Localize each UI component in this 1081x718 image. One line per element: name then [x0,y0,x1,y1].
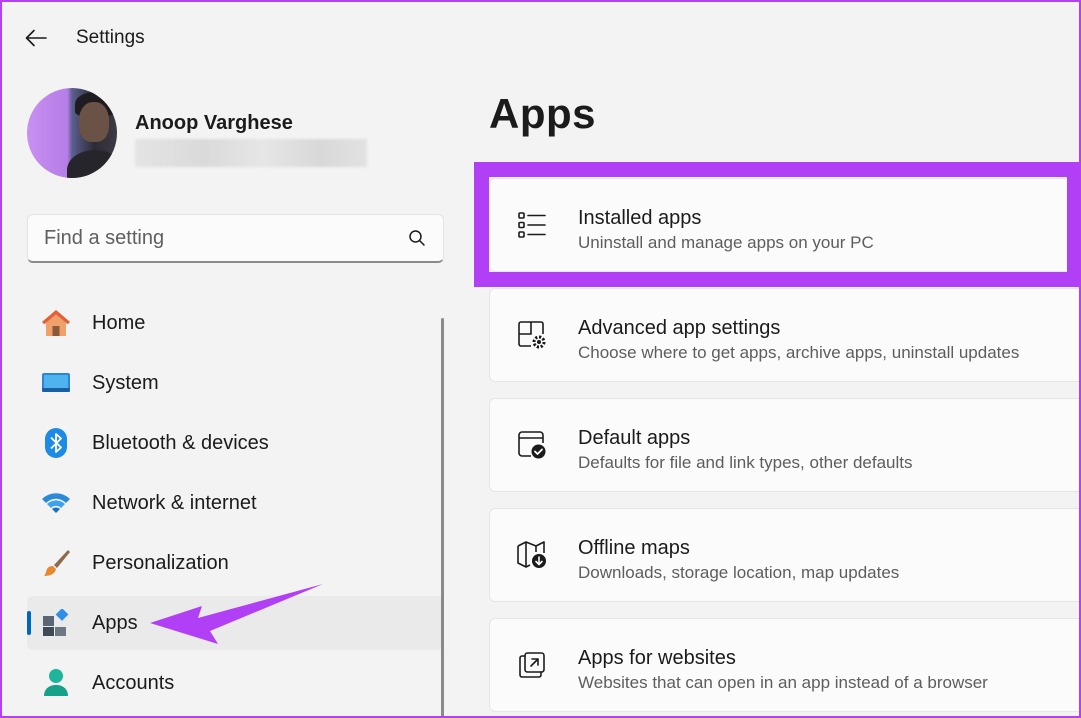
apps-icon [40,607,72,639]
active-indicator [27,611,31,635]
sidebar-nav: Home System Bluetooth & devices Network … [27,296,443,716]
page-title: Apps [489,90,596,137]
map-download-icon [516,539,548,571]
sidebar-item-label: Apps [92,611,138,634]
card-title: Installed apps [578,207,702,229]
default-apps-icon [516,429,548,461]
card-default-apps[interactable]: Default apps Defaults for file and link … [489,398,1081,492]
back-button[interactable] [20,22,52,54]
search-icon[interactable] [397,218,437,258]
sidebar-item-label: Accounts [92,671,175,694]
title-bar: Settings [0,0,1081,76]
sidebar-item-apps[interactable]: Apps [27,596,443,650]
card-apps-for-websites[interactable]: Apps for websites Websites that can open… [489,618,1081,712]
avatar[interactable] [27,88,117,178]
card-installed-apps[interactable]: Installed apps Uninstall and manage apps… [489,178,1081,272]
brush-icon [40,547,72,579]
card-description: Websites that can open in an app instead… [578,673,988,692]
sidebar-item-home[interactable]: Home [27,296,443,350]
bluetooth-icon [40,427,72,459]
back-arrow-icon [25,29,47,47]
sidebar-item-label: System [92,371,159,394]
app-settings-icon [516,319,548,351]
sidebar-item-network[interactable]: Network & internet [27,476,443,530]
home-icon [40,307,72,339]
sidebar-item-label: Home [92,311,146,334]
card-description: Defaults for file and link types, other … [578,453,913,472]
sidebar-item-bluetooth[interactable]: Bluetooth & devices [27,416,443,470]
settings-card-list: Installed apps Uninstall and manage apps… [489,178,1081,718]
sidebar-item-system[interactable]: System [27,356,443,410]
card-description: Uninstall and manage apps on your PC [578,233,874,252]
search-input[interactable] [44,226,397,250]
sidebar-item-accounts[interactable]: Accounts [27,656,443,710]
card-offline-maps[interactable]: Offline maps Downloads, storage location… [489,508,1081,602]
sidebar-item-label: Network & internet [92,491,257,514]
sidebar-item-personalization[interactable]: Personalization [27,536,443,590]
user-email-redacted [135,139,367,167]
card-description: Choose where to get apps, archive apps, … [578,343,1020,362]
wifi-icon [40,487,72,519]
account-icon [40,667,72,699]
sidebar-scrollbar[interactable] [441,318,444,718]
card-description: Downloads, storage location, map updates [578,563,900,582]
search-box[interactable] [27,214,444,263]
card-advanced-app-settings[interactable]: Advanced app settings Choose where to ge… [489,288,1081,382]
user-name: Anoop Varghese [135,112,293,134]
list-icon [516,209,548,241]
card-title: Offline maps [578,537,690,559]
window-title: Settings [76,27,145,48]
system-icon [40,367,72,399]
card-title: Apps for websites [578,647,736,669]
card-title: Default apps [578,427,691,449]
open-external-icon [516,649,548,681]
card-title: Advanced app settings [578,317,781,339]
sidebar-item-label: Personalization [92,551,229,574]
sidebar-item-label: Bluetooth & devices [92,431,269,454]
